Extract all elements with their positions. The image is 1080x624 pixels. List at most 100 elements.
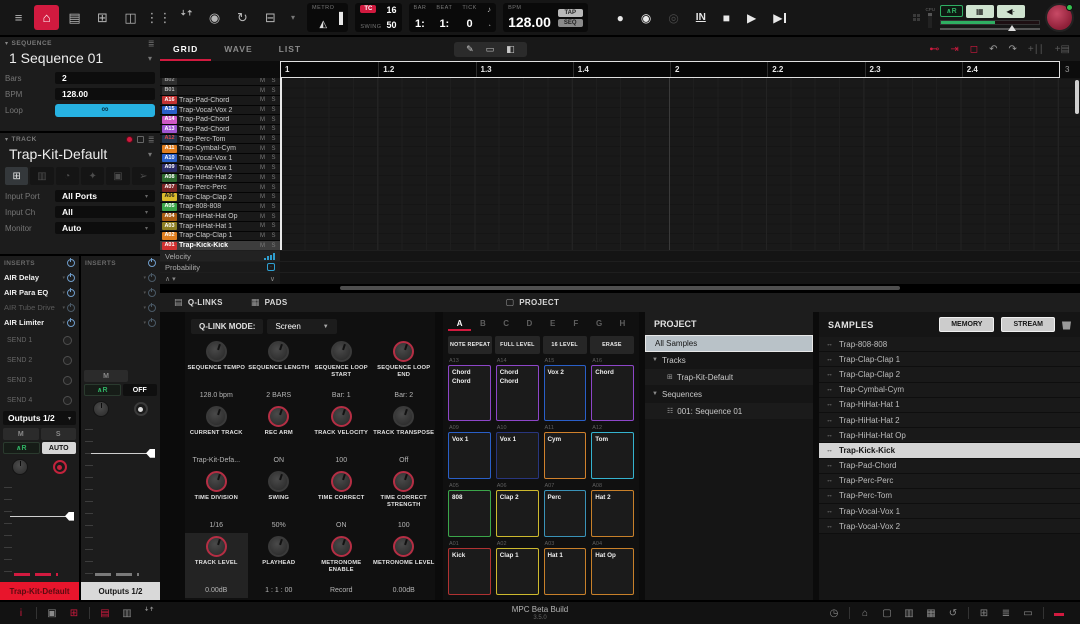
undo-icon[interactable]: ↶: [989, 44, 997, 55]
insert-slot-empty[interactable]: ▾: [81, 315, 160, 330]
pad-meters-icon[interactable]: ⋮⋮: [146, 5, 171, 30]
pad-bank-g[interactable]: G: [588, 315, 611, 331]
pad-a12[interactable]: A12Tom: [591, 425, 634, 479]
track-row[interactable]: A12Trap-Perc-TomMS: [160, 134, 280, 144]
track-row[interactable]: A13Trap-Pad-ChordMS: [160, 124, 280, 134]
inserts-power-icon[interactable]: [148, 259, 156, 267]
resample-icon[interactable]: ↻: [230, 5, 255, 30]
mute-button[interactable]: M: [258, 88, 267, 94]
qlink-knob[interactable]: [268, 536, 289, 557]
mute-button[interactable]: M: [258, 155, 267, 161]
play-start-icon[interactable]: ▶: [773, 11, 785, 25]
mute-button[interactable]: M: [258, 204, 267, 210]
main-mode-icon[interactable]: ⌂: [34, 5, 59, 30]
velocity-lane[interactable]: Velocity: [160, 250, 1080, 261]
export-icon[interactable]: ⊟: [258, 5, 283, 30]
track-row[interactable]: A14Trap-Pad-ChordMS: [160, 114, 280, 124]
qlink-sequence-tempo[interactable]: SEQUENCE TEMPO128.0 bpm: [185, 338, 248, 403]
pad-surface[interactable]: Perc: [544, 490, 587, 537]
mute-button[interactable]: M: [258, 185, 267, 191]
pad-a01[interactable]: A01Kick: [448, 541, 491, 595]
pad-bank-h[interactable]: H: [611, 315, 634, 331]
pad-surface[interactable]: Clap 2: [496, 490, 539, 537]
automation-param-icon[interactable]: ∧ ▾: [165, 275, 176, 283]
pad-surface[interactable]: Tom: [591, 432, 634, 479]
pad-bank-c[interactable]: C: [495, 315, 518, 331]
tc-value[interactable]: 16: [387, 5, 397, 15]
menu-icon[interactable]: ≡: [6, 5, 31, 30]
sample-row[interactable]: ↔Trap-Pad-Chord: [819, 459, 1080, 474]
pads-window-icon[interactable]: ⊞: [63, 608, 85, 619]
qlink-swing[interactable]: SWING50%: [248, 468, 311, 533]
marquee-icon[interactable]: ▭: [486, 44, 495, 55]
track-row[interactable]: A08Trap-HiHat-Hat 2MS: [160, 173, 280, 183]
keys-window-icon[interactable]: ▥: [116, 608, 138, 619]
qlink-rec-arm[interactable]: REC ARMON: [248, 403, 311, 468]
solo-button[interactable]: S: [269, 155, 278, 161]
pad-bank-e[interactable]: E: [541, 315, 564, 331]
send-row-send-1[interactable]: SEND 1: [0, 330, 79, 350]
mute-button[interactable]: M: [258, 233, 267, 239]
record-arm-button[interactable]: [53, 460, 67, 474]
insert-slot-empty[interactable]: ▾: [81, 285, 160, 300]
pad-a05[interactable]: A05808: [448, 483, 491, 537]
lane-collapse-icon[interactable]: ∨: [270, 275, 275, 283]
send-knob[interactable]: [63, 356, 72, 365]
tab-pads[interactable]: ▦PADS: [237, 297, 302, 308]
pad-a10[interactable]: A10Vox 1: [496, 425, 539, 479]
sample-row[interactable]: ↔Trap-HiHat-Hat 1: [819, 398, 1080, 413]
all-samples-item[interactable]: All Samples: [645, 335, 813, 352]
qlink-knob[interactable]: [206, 341, 227, 362]
insert-slot-air-tube-drive[interactable]: AIR Tube Drive▾: [0, 300, 79, 315]
sample-row[interactable]: ↔Trap-Perc-Tom: [819, 489, 1080, 504]
pad-a11[interactable]: A11Cym: [544, 425, 587, 479]
qlink-knob[interactable]: [331, 536, 352, 557]
position-display[interactable]: BAR1: BEAT1: TICK0 ♪◔: [409, 3, 497, 32]
mute-button[interactable]: M: [258, 97, 267, 103]
tick-value[interactable]: 0: [467, 18, 473, 30]
send-row-send-3[interactable]: SEND 3: [0, 370, 79, 390]
channel-strip-label[interactable]: Trap-Kit-Default: [0, 582, 79, 600]
snap-icon[interactable]: ⊷: [929, 44, 939, 55]
mute-button[interactable]: M: [258, 107, 267, 113]
tablet-icon[interactable]: ▭: [1017, 608, 1039, 619]
swing-value[interactable]: 50: [387, 20, 397, 30]
automation-button[interactable]: ∧R: [84, 384, 121, 396]
pencil-icon[interactable]: ✎: [466, 44, 474, 55]
qlink-metronome-enable[interactable]: METRONOME ENABLERecord: [310, 533, 373, 598]
record-icon[interactable]: ●: [617, 11, 624, 25]
punch-in-icon[interactable]: IN: [696, 12, 706, 23]
insert-slot-air-limiter[interactable]: AIR Limiter▾: [0, 315, 79, 330]
qlink-knob[interactable]: [331, 471, 352, 492]
insert-slot-empty[interactable]: ▾: [81, 270, 160, 285]
track-row[interactable]: A03Trap-HiHat-Hat 1MS: [160, 221, 280, 231]
pad-surface[interactable]: Kick: [448, 548, 491, 595]
tab-wave[interactable]: WAVE: [211, 37, 265, 61]
zoom-h-icon[interactable]: +∣∣: [1028, 44, 1044, 55]
field-value[interactable]: Auto▾: [55, 222, 155, 234]
sample-row[interactable]: ↔Trap-HiHat-Hat 2: [819, 413, 1080, 428]
solo-button[interactable]: S: [269, 165, 278, 171]
audition-icon[interactable]: ◀·: [997, 5, 1025, 18]
track-record-arm-icon[interactable]: [126, 136, 133, 143]
solo-button[interactable]: S: [269, 117, 278, 123]
mute-button[interactable]: M: [258, 175, 267, 181]
pad-button-16-level[interactable]: 16 LEVEL: [543, 336, 587, 354]
solo-button[interactable]: S: [269, 126, 278, 132]
pan-knob[interactable]: [12, 459, 28, 475]
sample-row[interactable]: ↔Trap-Kick-Kick: [819, 443, 1080, 458]
note-grid[interactable]: [280, 78, 1080, 250]
pad-surface[interactable]: Clap 1: [496, 548, 539, 595]
output-strip-label[interactable]: Outputs 1/2: [81, 582, 160, 600]
probability-lane[interactable]: Probability ·: [160, 261, 1080, 272]
track-row[interactable]: A05Trap-808-808MS: [160, 202, 280, 212]
mute-button[interactable]: M: [258, 126, 267, 132]
tc-badge[interactable]: TC: [360, 5, 376, 13]
pad-bank-a[interactable]: A: [448, 315, 471, 331]
bpm-display[interactable]: BPM128.00 TAP SEQ: [503, 3, 588, 32]
pad-bank-f[interactable]: F: [564, 315, 587, 331]
pad-button-note-repeat[interactable]: NOTE REPEAT: [448, 336, 492, 354]
pad-surface[interactable]: Vox 1: [448, 432, 491, 479]
browser-grid-icon[interactable]: ⊞: [973, 608, 995, 619]
pad-a04[interactable]: A04Hat Op: [591, 541, 634, 595]
